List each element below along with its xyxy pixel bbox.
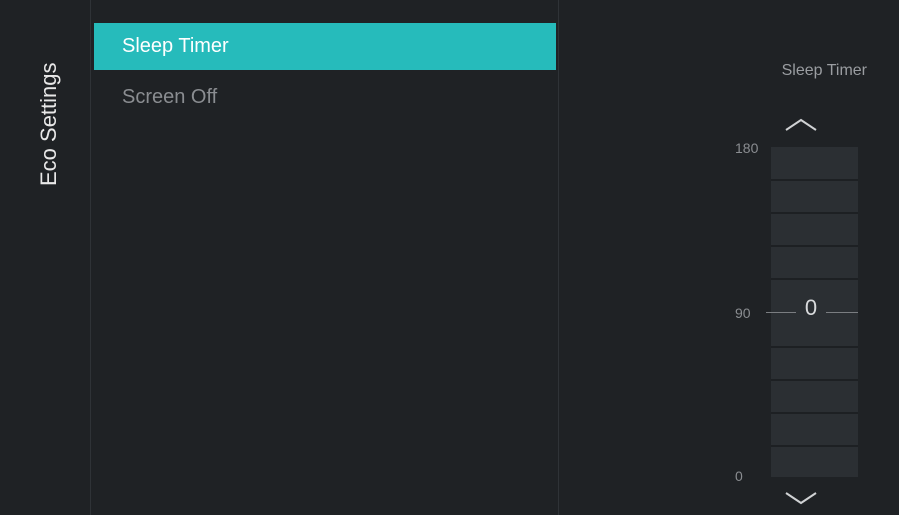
slider-segment-divider — [771, 412, 858, 414]
menu-item-screen-off[interactable]: Screen Off — [94, 74, 556, 121]
chevron-down-icon[interactable] — [771, 487, 831, 511]
tv-settings-screen: Eco Settings Sleep Timer Screen Off Slee… — [0, 0, 899, 515]
slider-segment-divider — [771, 379, 858, 381]
panel-title: Sleep Timer — [781, 62, 867, 79]
sleep-timer-panel: Sleep Timer 180 90 0 0 — [559, 0, 899, 515]
slider-segment-divider — [771, 346, 858, 348]
settings-menu: Sleep Timer Screen Off — [91, 0, 559, 515]
slider-mid-label: 90 — [735, 305, 751, 321]
value-marker — [766, 312, 796, 313]
slider-segment-divider — [771, 245, 858, 247]
sidebar-title: Eco Settings — [36, 62, 61, 186]
menu-item-sleep-timer[interactable]: Sleep Timer — [94, 23, 556, 70]
slider-segment-divider — [771, 179, 858, 181]
value-marker — [826, 312, 858, 313]
slider-min-label: 0 — [735, 468, 743, 484]
slider-current-value: 0 — [804, 295, 818, 320]
slider-segment-divider — [771, 278, 858, 280]
sidebar: Eco Settings — [0, 0, 91, 515]
chevron-up-icon[interactable] — [771, 112, 831, 136]
slider-max-label: 180 — [735, 140, 759, 156]
slider-segment-divider — [771, 212, 858, 214]
slider-segment-divider — [771, 445, 858, 447]
